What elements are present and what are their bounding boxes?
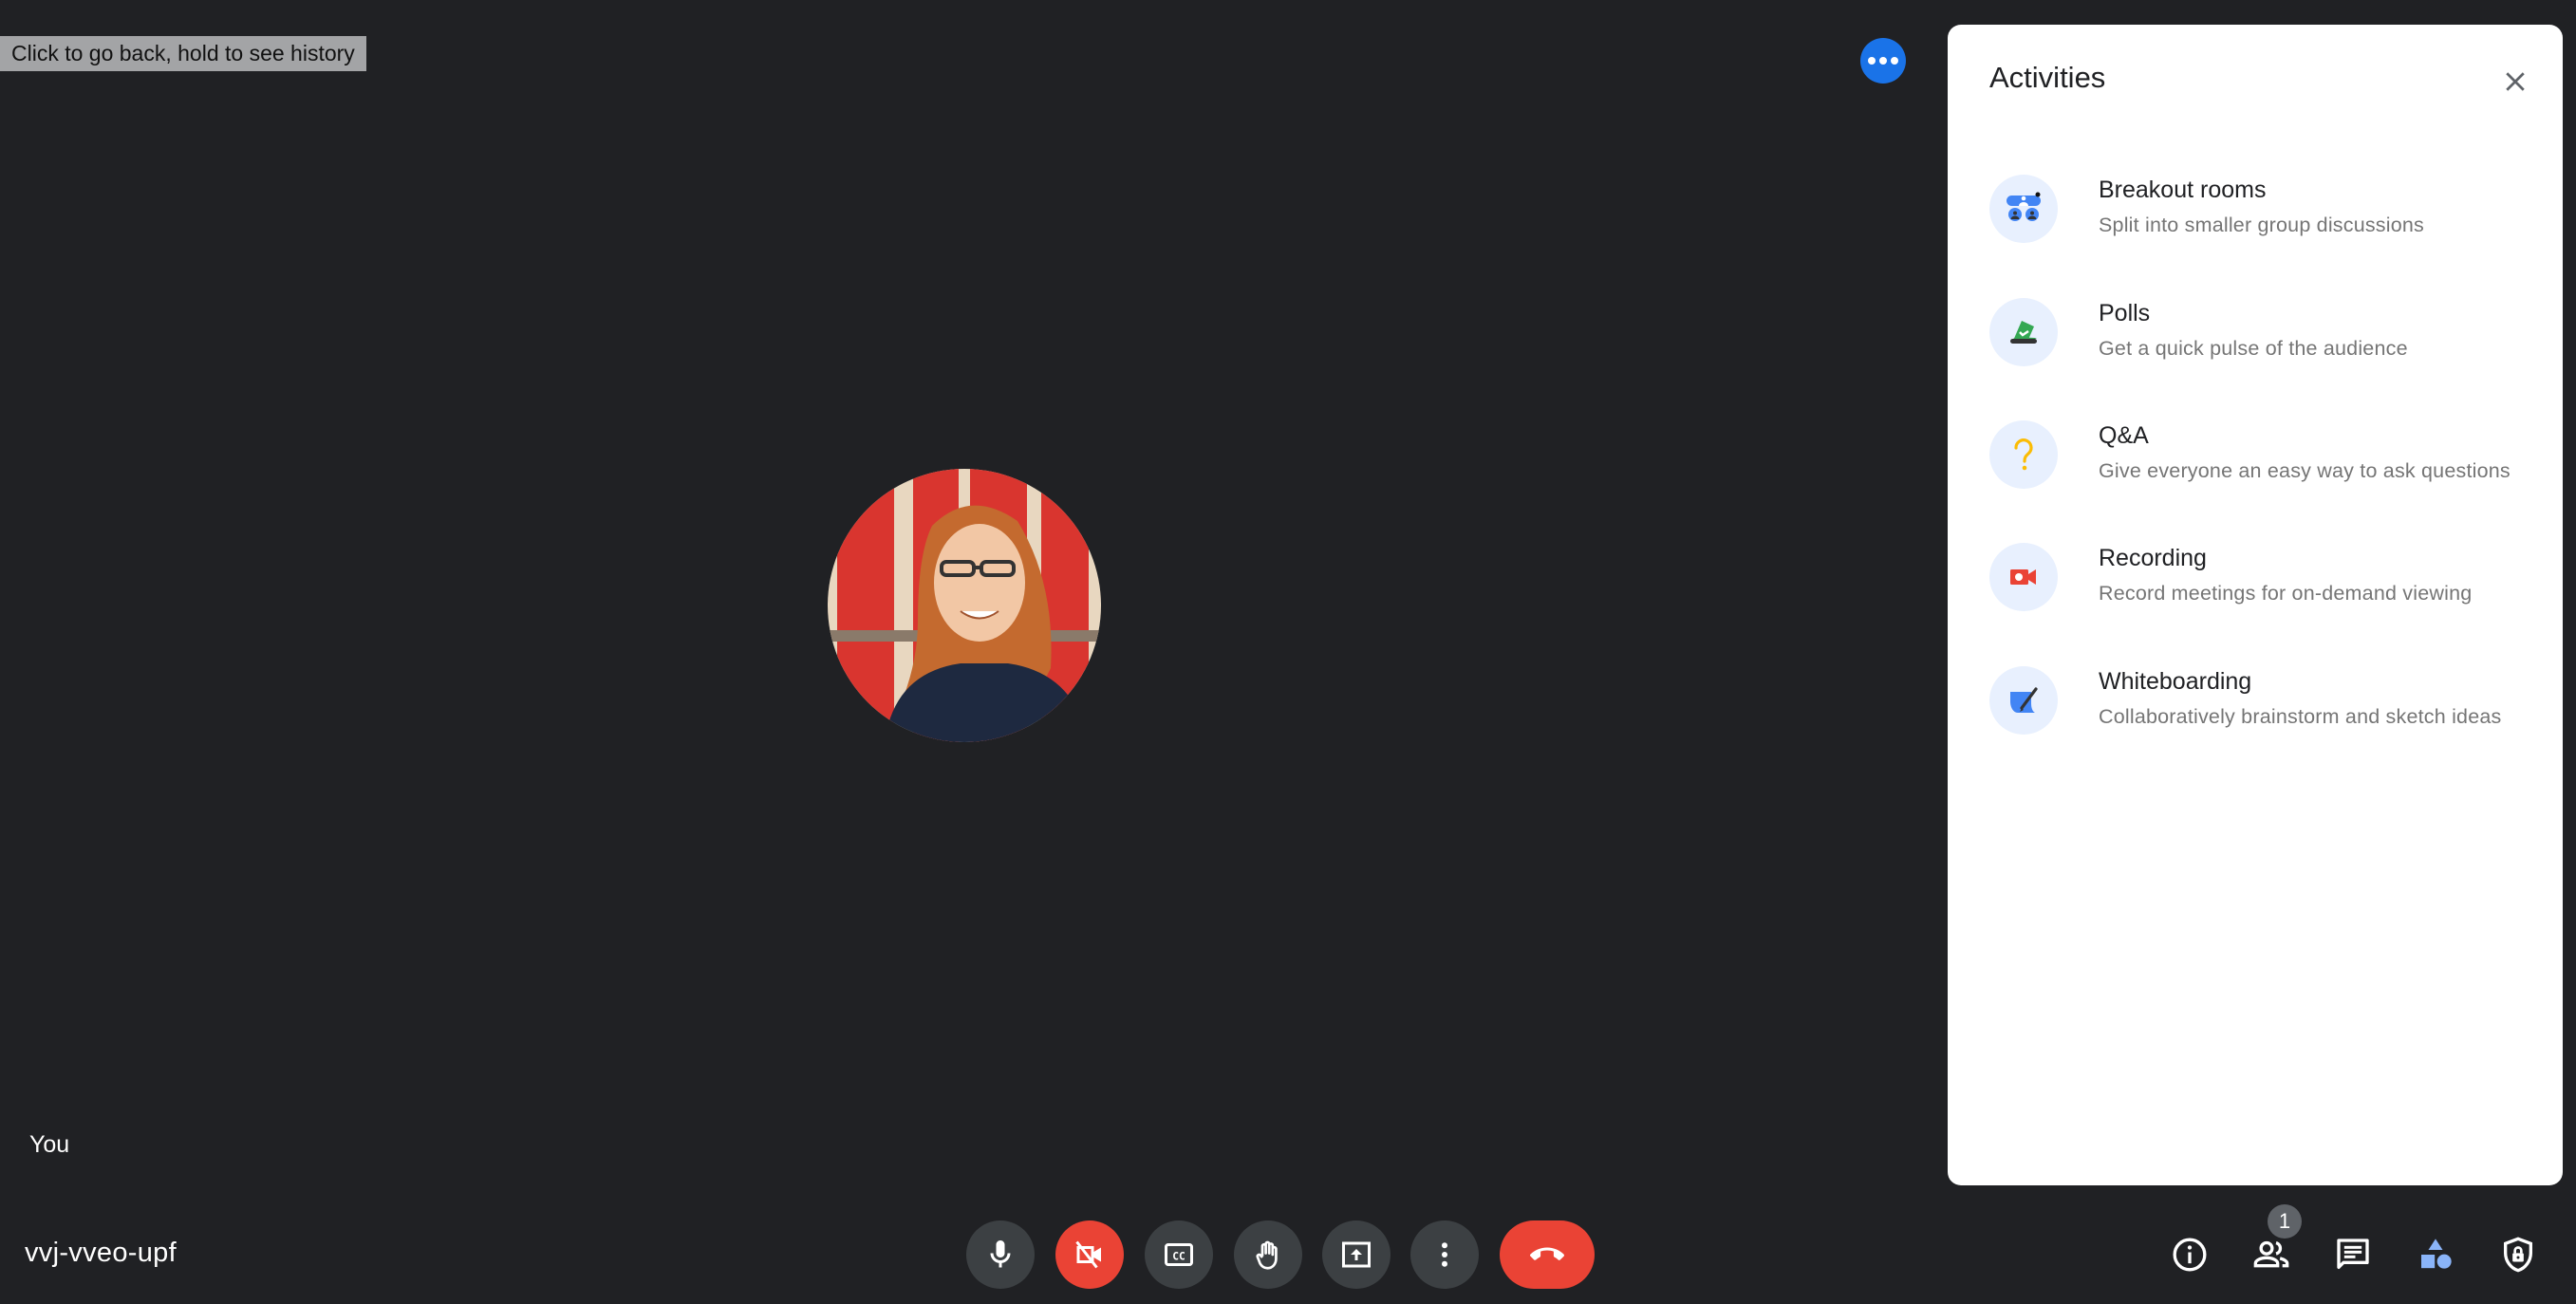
host-controls-button[interactable] xyxy=(2495,1232,2541,1277)
activity-polls[interactable]: Polls Get a quick pulse of the audience xyxy=(1948,275,2563,389)
present-screen-icon xyxy=(1342,1241,1371,1268)
info-icon xyxy=(2173,1238,2207,1272)
more-options-button[interactable] xyxy=(1410,1220,1479,1289)
more-vert-icon xyxy=(1442,1242,1447,1267)
mic-icon xyxy=(990,1240,1011,1268)
shield-lock-icon xyxy=(2504,1237,2532,1273)
activities-shapes-icon xyxy=(2421,1239,2452,1269)
activity-title: Whiteboarding xyxy=(2099,668,2252,695)
close-icon xyxy=(2506,72,2525,91)
participant-avatar xyxy=(828,469,1101,742)
panel-title: Activities xyxy=(1989,61,2106,94)
leave-call-button[interactable] xyxy=(1500,1220,1595,1289)
meeting-details-button[interactable] xyxy=(2167,1232,2212,1277)
tile-more-options-button[interactable] xyxy=(1860,38,1906,84)
present-button[interactable] xyxy=(1322,1220,1391,1289)
raise-hand-button[interactable] xyxy=(1234,1220,1302,1289)
captions-button[interactable]: CC xyxy=(1145,1220,1213,1289)
activity-subtitle: Record meetings for on-demand viewing xyxy=(2099,582,2473,605)
recording-icon xyxy=(1989,543,2058,611)
activity-recording[interactable]: Recording Record meetings for on-demand … xyxy=(1948,520,2563,634)
dot xyxy=(1868,57,1876,65)
meeting-code: vvj-vveo-upf xyxy=(25,1238,177,1268)
activity-title: Q&A xyxy=(2099,422,2149,449)
activity-whiteboarding[interactable]: Whiteboarding Collaboratively brainstorm… xyxy=(1948,643,2563,757)
activity-subtitle: Collaboratively brainstorm and sketch id… xyxy=(2099,705,2502,728)
camera-button[interactable] xyxy=(1055,1220,1124,1289)
whiteboard-icon xyxy=(1989,666,2058,735)
back-button-tooltip: Click to go back, hold to see history xyxy=(0,36,366,71)
self-tile-label: You xyxy=(29,1131,70,1158)
call-end-icon xyxy=(1530,1247,1564,1260)
participant-count-badge: 1 xyxy=(2268,1204,2302,1239)
people-icon xyxy=(2253,1240,2289,1268)
activity-breakout-rooms[interactable]: Breakout rooms Split into smaller group … xyxy=(1948,152,2563,266)
hand-icon xyxy=(1256,1240,1278,1270)
activity-title: Polls xyxy=(2099,300,2151,326)
closed-captions-icon: CC xyxy=(1165,1243,1193,1266)
activity-subtitle: Give everyone an easy way to ask questio… xyxy=(2099,459,2511,482)
activity-qa[interactable]: Q&A Give everyone an easy way to ask que… xyxy=(1948,398,2563,512)
activity-title: Recording xyxy=(2099,545,2207,571)
chat-button[interactable] xyxy=(2330,1232,2376,1277)
avatar-photo xyxy=(828,469,1101,742)
activity-title: Breakout rooms xyxy=(2099,177,2267,203)
close-panel-button[interactable] xyxy=(2494,61,2536,102)
dot xyxy=(1891,57,1898,65)
activities-button[interactable] xyxy=(2413,1232,2458,1277)
qa-icon xyxy=(1989,420,2058,489)
microphone-button[interactable] xyxy=(966,1220,1035,1289)
svg-text:CC: CC xyxy=(1172,1250,1185,1262)
activity-subtitle: Get a quick pulse of the audience xyxy=(2099,337,2408,360)
dot xyxy=(1879,57,1887,65)
polls-icon xyxy=(1989,298,2058,366)
breakout-rooms-icon xyxy=(1989,175,2058,243)
activity-subtitle: Split into smaller group discussions xyxy=(2099,214,2424,236)
camera-off-icon xyxy=(1075,1240,1101,1269)
activities-panel: Activities Breakout rooms Split into sma… xyxy=(1948,25,2563,1185)
people-button[interactable] xyxy=(2249,1232,2294,1277)
chat-icon xyxy=(2337,1239,2369,1269)
